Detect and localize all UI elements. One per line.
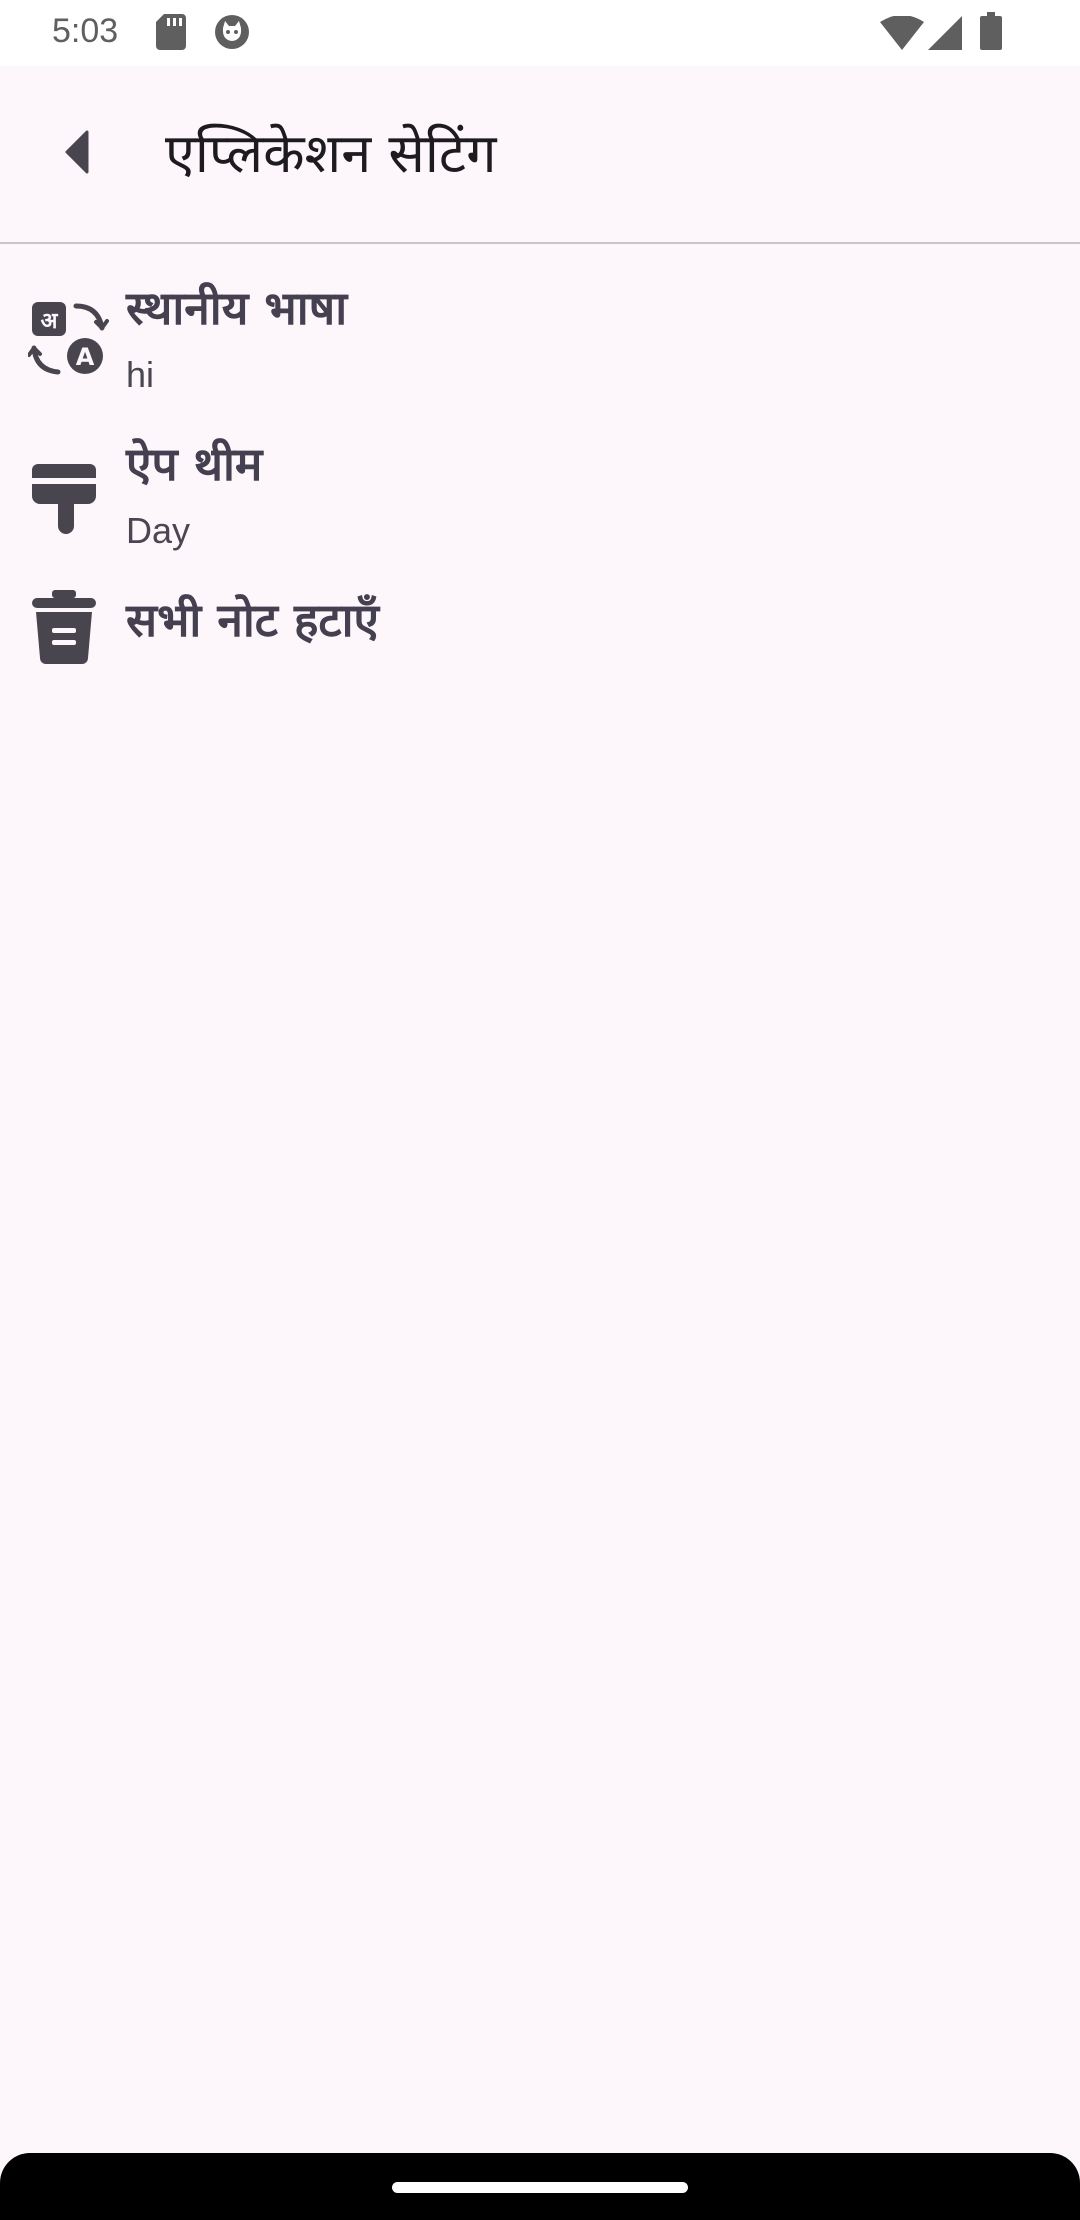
paint-brush-icon [28, 460, 112, 544]
back-arrow-icon [65, 130, 89, 174]
cellular-signal-icon [928, 16, 962, 54]
status-bar: 5:03 [0, 0, 1080, 66]
cat-face-icon [214, 14, 250, 54]
setting-item-theme[interactable]: ऐप थीम Day [0, 418, 1080, 566]
setting-subtitle: Day [126, 510, 191, 551]
sd-card-icon [156, 14, 186, 54]
setting-title: ऐप थीम [126, 437, 263, 491]
setting-title: स्थानीय भाषा [126, 281, 348, 335]
wifi-icon [880, 15, 924, 54]
page-title: एप्लिकेशन सेटिंग [165, 122, 497, 185]
setting-item-delete-all-notes[interactable]: सभी नोट हटाएँ [0, 574, 1080, 674]
svg-text:अ: अ [41, 309, 59, 334]
setting-title: सभी नोट हटाएँ [126, 593, 379, 647]
navigation-bar [0, 2153, 1080, 2220]
status-time: 5:03 [52, 12, 119, 50]
svg-text:A: A [76, 343, 95, 371]
trash-icon [28, 588, 112, 672]
setting-item-language[interactable]: अ A स्थानीय भाषा hi [0, 262, 1080, 410]
translate-icon: अ A [27, 298, 112, 382]
toolbar-divider [0, 242, 1080, 244]
setting-subtitle: hi [126, 354, 155, 395]
battery-icon [980, 12, 1002, 54]
app-toolbar: एप्लिकेशन सेटिंग [0, 66, 1080, 242]
home-indicator[interactable] [392, 2182, 688, 2193]
back-button[interactable] [46, 120, 110, 184]
